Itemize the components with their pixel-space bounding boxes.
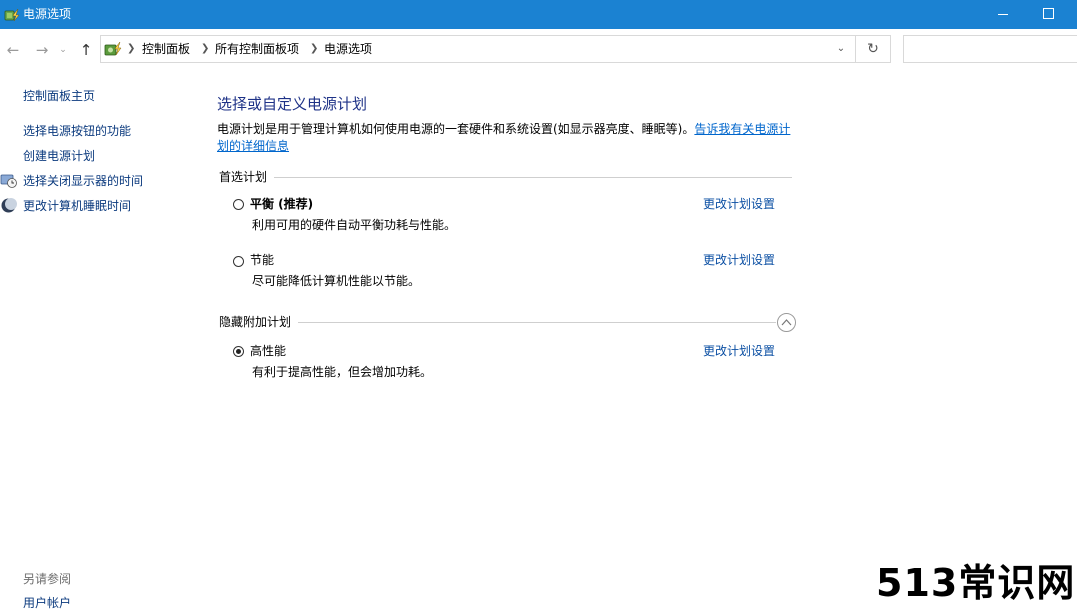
preferred-plans-heading: 首选计划	[219, 170, 268, 184]
sidebar-item-display-off[interactable]: 选择关闭显示器的时间	[23, 173, 143, 189]
up-button[interactable]: ↑	[77, 41, 95, 59]
recent-locations-button[interactable]: ⌄	[57, 41, 69, 59]
collapse-hidden-plans-button[interactable]	[777, 313, 796, 332]
plan-name-balanced[interactable]: 平衡 (推荐)	[250, 197, 313, 211]
watermark-text: 513常识网	[876, 561, 1076, 605]
sidebar: 控制面板主页 选择电源按钮的功能 创建电源计划 选择关闭显示器的时间 更改计算机…	[0, 71, 200, 610]
window-title: 电源选项	[23, 7, 72, 21]
title-bar: 电源选项	[0, 0, 1077, 29]
minimize-button[interactable]	[980, 0, 1026, 29]
breadcrumb-separator-icon[interactable]: ❯	[127, 42, 135, 56]
sidebar-home-link[interactable]: 控制面板主页	[23, 88, 95, 104]
plan-desc-high-performance: 有利于提高性能，但会增加功耗。	[252, 365, 433, 379]
page-title: 选择或自定义电源计划	[217, 95, 368, 113]
back-button[interactable]: ←	[4, 41, 22, 59]
page-description: 电源计划是用于管理计算机如何使用电源的一套硬件和系统设置(如显示器亮度、睡眠等)…	[217, 121, 797, 155]
breadcrumb-power-options[interactable]: 电源选项	[324, 42, 372, 56]
breadcrumb-control-panel[interactable]: 控制面板	[142, 42, 190, 56]
main-content: 选择或自定义电源计划 电源计划是用于管理计算机如何使用电源的一套硬件和系统设置(…	[200, 71, 1077, 609]
section-divider	[274, 177, 792, 178]
plan-desc-balanced: 利用可用的硬件自动平衡功耗与性能。	[252, 218, 457, 232]
maximize-button[interactable]	[1026, 0, 1077, 29]
plan-radio-power-saver[interactable]	[233, 256, 244, 267]
plan-radio-balanced[interactable]	[233, 199, 244, 210]
plan-desc-power-saver: 尽可能降低计算机性能以节能。	[252, 274, 421, 288]
description-text: 电源计划是用于管理计算机如何使用电源的一套硬件和系统设置(如显示器亮度、睡眠等)…	[217, 122, 695, 136]
plan-radio-high-performance[interactable]	[233, 346, 244, 357]
change-plan-settings-power-saver[interactable]: 更改计划设置	[703, 253, 775, 267]
address-bar[interactable]: ❯ 控制面板 ❯ 所有控制面板项 ❯ 电源选项 ⌄	[100, 35, 856, 63]
control-panel-icon	[104, 41, 122, 56]
chevron-up-icon	[781, 319, 792, 326]
navigation-bar: ← → ⌄ ↑ ❯ 控制面板 ❯ 所有控制面板项 ❯ 电源选项 ⌄ ↻	[0, 29, 1077, 71]
address-dropdown-button[interactable]: ⌄	[827, 36, 855, 62]
section-divider	[298, 322, 776, 323]
sidebar-item-sleep-time[interactable]: 更改计算机睡眠时间	[23, 198, 131, 214]
search-input[interactable]	[903, 35, 1077, 63]
forward-button[interactable]: →	[33, 41, 51, 59]
hidden-plans-heading: 隐藏附加计划	[219, 315, 292, 329]
breadcrumb-separator-icon[interactable]: ❯	[310, 42, 318, 56]
change-plan-settings-high-performance[interactable]: 更改计划设置	[703, 344, 775, 358]
moon-icon	[1, 198, 17, 213]
refresh-button[interactable]: ↻	[856, 35, 891, 63]
see-also-heading: 另请参阅	[23, 572, 72, 586]
breadcrumb-separator-icon[interactable]: ❯	[201, 42, 209, 56]
plan-name-power-saver[interactable]: 节能	[250, 253, 274, 267]
sidebar-item-create-plan[interactable]: 创建电源计划	[23, 148, 95, 164]
breadcrumb-all-items[interactable]: 所有控制面板项	[215, 42, 299, 56]
plan-name-high-performance[interactable]: 高性能	[250, 344, 286, 358]
sidebar-item-power-button[interactable]: 选择电源按钮的功能	[23, 123, 131, 139]
power-options-icon	[4, 8, 20, 22]
change-plan-settings-balanced[interactable]: 更改计划设置	[703, 197, 775, 211]
monitor-clock-icon	[0, 174, 17, 188]
